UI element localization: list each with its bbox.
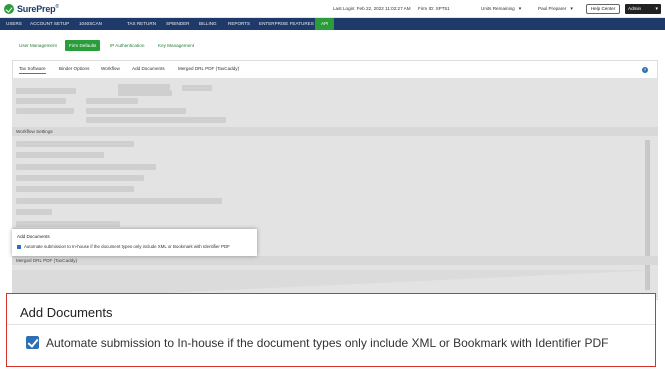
placeholder-bar [182,85,212,91]
placeholder-bar [16,186,134,192]
divider [7,324,655,325]
nav-users[interactable]: USERS [6,18,22,30]
placeholder-bar [86,117,226,123]
info-icon[interactable]: ? [642,67,648,73]
checkmark-logo-icon [4,4,14,14]
placeholder-bar [16,164,156,170]
tab-workflow[interactable]: Workflow [101,66,120,71]
placeholder-bar [16,141,134,147]
nav-api[interactable]: API [315,18,335,30]
logo-text: SurePrep® [17,4,59,14]
placeholder-bar [16,175,144,181]
placeholder-bar [16,88,76,94]
help-center-button[interactable]: Help Center [586,4,620,14]
placeholder-bar [16,108,74,114]
placeholder-bar [16,221,120,227]
tab-tax-software[interactable]: Tax Software [19,66,46,74]
placeholder-bar [16,98,66,104]
add-documents-title: Add Documents [17,234,50,239]
merged-drl-section-header: Merged DRL PDF (TaxCaddy) [12,256,658,265]
units-remaining-dropdown[interactable]: Units Remaining [481,6,521,12]
nav-account-setup[interactable]: ACCOUNT SETUP [30,18,69,30]
zoom-callout: Add Documents Automate submission to In-… [6,293,656,367]
tab-merged-drl-pdf[interactable]: Merged DRL PDF (TaxCaddy) [178,66,239,71]
nav-1040scan[interactable]: 1040SCAN [79,18,102,30]
firm-id-text: Firm ID: SPT51 [418,6,450,11]
firm-subtabs: User Management Firm Defaults IP Authent… [0,40,665,51]
nav-spbinder[interactable]: SPBINDER [166,18,190,30]
zoom-add-documents-title: Add Documents [20,305,113,320]
auto-submit-label: Automate submission to In-house if the d… [24,244,230,249]
nav-billing[interactable]: BILLING [199,18,217,30]
add-documents-card: Add Documents Automate submission to In-… [12,229,257,256]
admin-dropdown[interactable]: Admin [625,4,661,14]
tab-add-documents[interactable]: Add Documents [132,66,165,71]
top-header: SurePrep® Last Login: Feb 22, 2022 11:02… [0,0,665,18]
user-menu-dropdown[interactable]: Paul Preparer [538,6,573,12]
placeholder-bar [16,198,222,204]
auto-submit-checkbox[interactable] [17,245,21,249]
vertical-scrollbar[interactable] [645,140,650,290]
subtab-firm-defaults[interactable]: Firm Defaults [65,40,101,51]
sureprep-logo[interactable]: SurePrep® [4,3,59,15]
subtab-ip-authentication[interactable]: IP Authentication [110,40,144,51]
nav-enterprise-features[interactable]: ENTERPRISE FEATURES [259,18,314,30]
nav-reports[interactable]: REPORTS [228,18,250,30]
placeholder-bar [16,209,52,215]
subtab-key-management[interactable]: Key Management [158,40,194,51]
zoom-auto-submit-checkbox[interactable] [26,336,39,349]
nav-tax-return[interactable]: TAX RETURN [127,18,156,30]
placeholder-bar [118,90,172,96]
placeholder-bar [86,108,186,114]
subtab-user-management[interactable]: User Management [19,40,57,51]
placeholder-bar [86,98,138,104]
main-nav: USERS ACCOUNT SETUP 1040SCAN TAX RETURN … [0,18,665,30]
placeholder-bar [16,152,104,158]
last-login-text: Last Login: Feb 22, 2022 11:02:27 AM [333,6,411,11]
workflow-settings-header: Workflow Settings [12,127,658,136]
tab-binder-options[interactable]: Binder Options [59,66,89,71]
zoom-auto-submit-label: Automate submission to In-house if the d… [46,336,609,350]
